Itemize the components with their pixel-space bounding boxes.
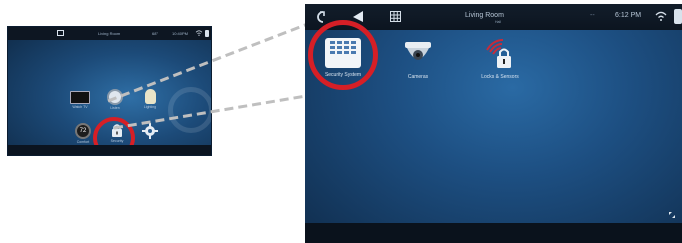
- camera-icon: [405, 42, 431, 60]
- grid-icon[interactable]: [57, 30, 64, 36]
- battery-icon: [674, 9, 682, 24]
- light-bulb-icon: [144, 89, 156, 104]
- comfort-label: Comfort: [76, 140, 90, 144]
- large-touchscreen: Living Room Hall -- 6:12 PM Security Sys…: [305, 4, 682, 243]
- room-subtitle: Hall: [495, 20, 502, 24]
- cameras-button[interactable]: Cameras: [398, 38, 438, 80]
- listen-button[interactable]: Listen: [103, 89, 127, 110]
- battery-icon: [205, 30, 209, 37]
- wifi-icon: [655, 11, 667, 21]
- small-touchscreen: Living Room 68° 10:40PM Watch TV Listen …: [7, 26, 212, 156]
- small-temperature: 68°: [152, 31, 159, 36]
- small-status-bar: Living Room 68° 10:40PM: [8, 27, 211, 40]
- tv-icon: [70, 91, 90, 104]
- grid-icon[interactable]: [390, 11, 401, 22]
- locks-sensors-button[interactable]: Locks & Sensors: [471, 38, 529, 80]
- watch-tv-button[interactable]: Watch TV: [68, 91, 92, 109]
- watch-tv-label: Watch TV: [72, 105, 88, 109]
- status-dash: --: [590, 12, 595, 19]
- locks-sensors-label: Locks & Sensors: [481, 74, 519, 80]
- room-title[interactable]: Living Room: [465, 12, 504, 19]
- small-bottom-bar: [8, 145, 211, 155]
- listen-label: Listen: [110, 106, 120, 110]
- lock-wireless-icon: [486, 39, 511, 68]
- large-bottom-bar: [305, 223, 682, 243]
- lighting-button[interactable]: Lighting: [138, 89, 162, 109]
- cameras-label: Cameras: [407, 74, 429, 80]
- back-icon[interactable]: [313, 10, 327, 24]
- clock-time: 6:12 PM: [615, 12, 642, 19]
- comfort-button[interactable]: 72 Comfort: [71, 123, 95, 144]
- small-room-title: Living Room: [98, 31, 121, 36]
- expand-icon[interactable]: [668, 211, 676, 219]
- wifi-icon: [195, 30, 203, 36]
- music-icon: [107, 89, 123, 105]
- thermostat-icon: 72: [75, 123, 91, 139]
- settings-button[interactable]: [138, 123, 162, 139]
- small-time: 10:40PM: [172, 31, 189, 36]
- gear-icon: [142, 123, 158, 139]
- lighting-label: Lighting: [143, 105, 157, 109]
- large-highlight-circle: [308, 20, 378, 90]
- watermark-logo: [168, 87, 211, 133]
